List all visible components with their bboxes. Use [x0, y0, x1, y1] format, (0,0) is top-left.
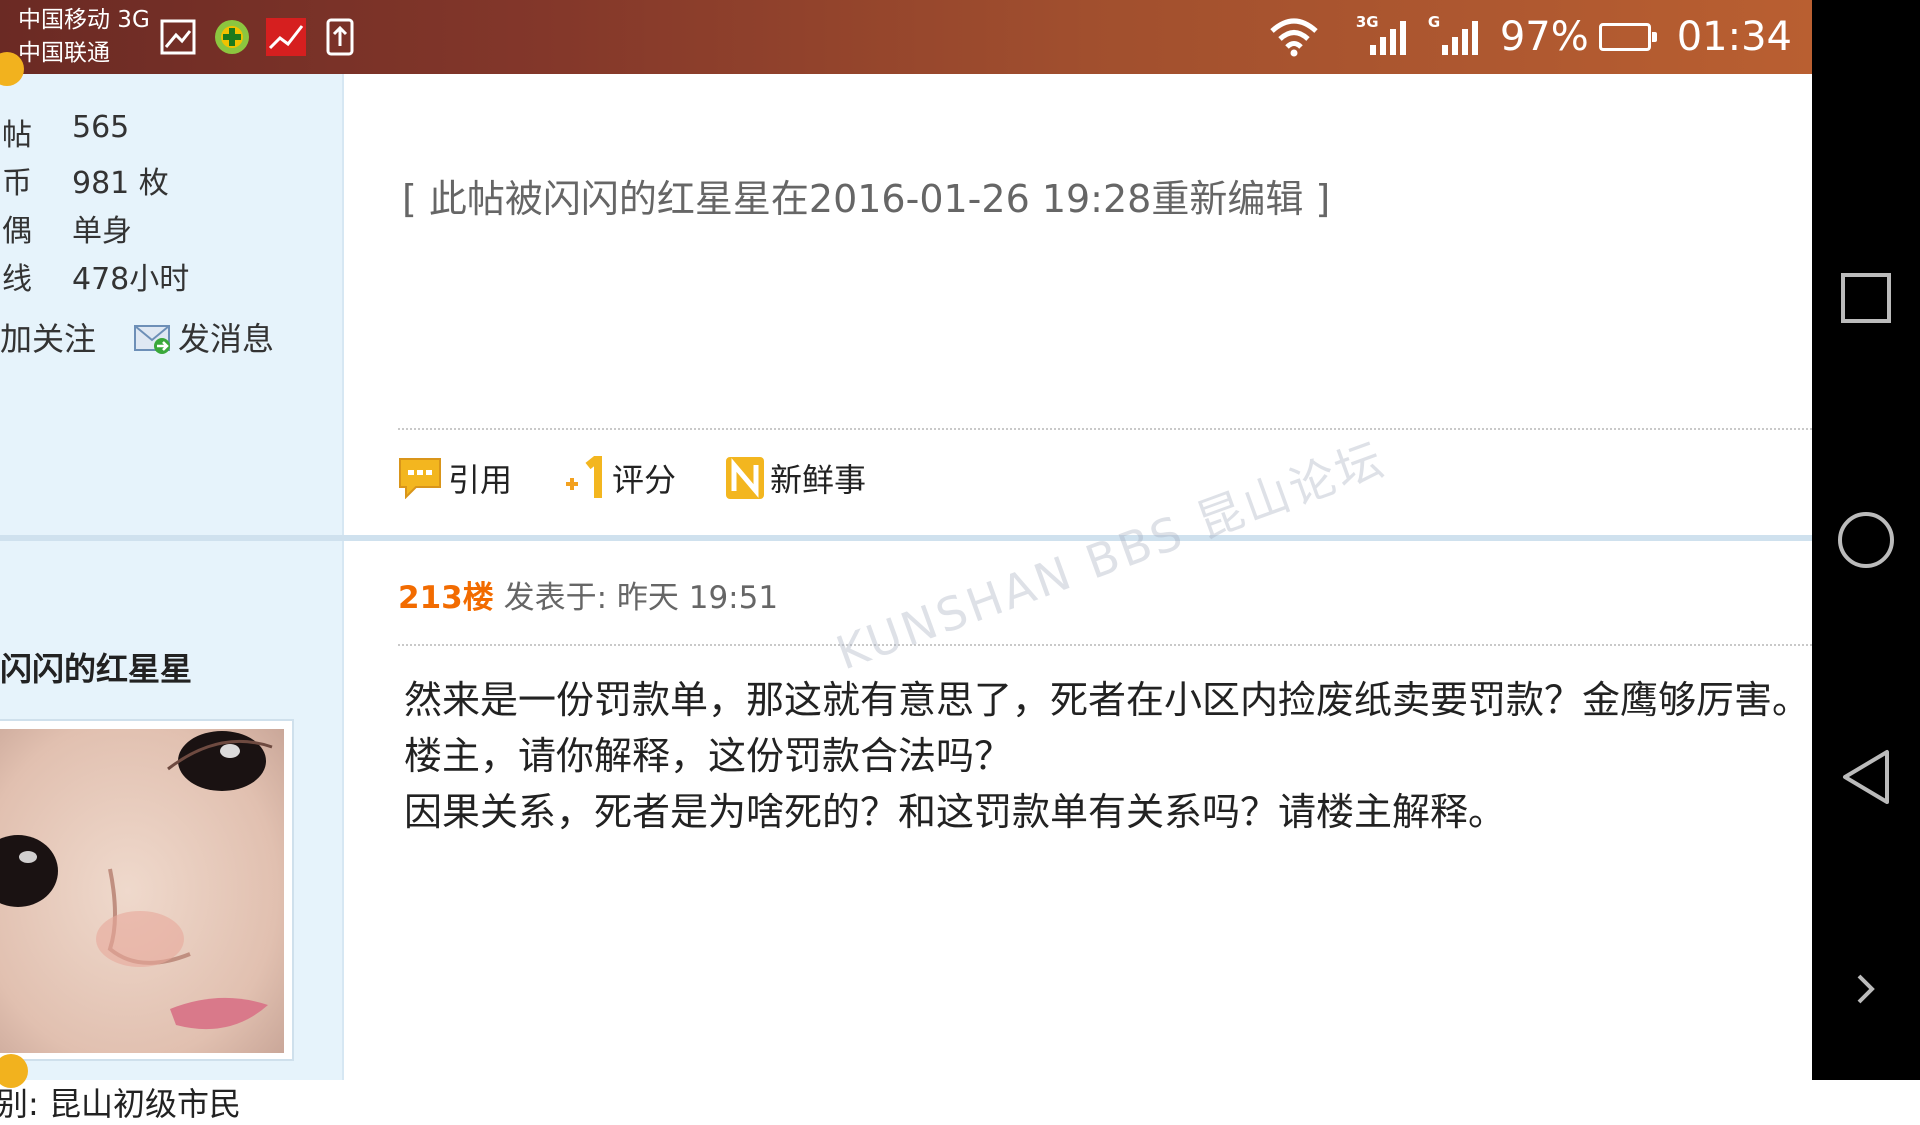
plus-app-icon: [212, 17, 252, 57]
home-button[interactable]: [1812, 510, 1920, 570]
post-divider: [0, 535, 1812, 541]
quote-button[interactable]: 引用: [398, 455, 512, 501]
navigation-bar: [1812, 0, 1920, 1080]
wifi-icon: [1270, 18, 1318, 57]
circle-icon: [1838, 512, 1894, 568]
post-time: 发表于: 昨天 19:51: [503, 580, 779, 616]
post-toolbar: 引用 评分 新鲜事: [398, 455, 916, 501]
battery-icon: [1598, 23, 1657, 51]
avatar[interactable]: [0, 719, 294, 1061]
edit-note: [ 此帖被闪闪的红星星在2016-01-26 19:28重新编辑 ]: [402, 177, 1331, 221]
post-author-name[interactable]: 闪闪的红星星: [0, 644, 192, 690]
message-envelope-icon: [134, 325, 171, 354]
carrier-info: 中国移动 3G 中国联通: [18, 4, 150, 70]
user-info-panel: 帖 565 币 981 枚 偶 单身 线 478小时 加关注 发消息 闪闪的红星…: [0, 52, 344, 1123]
upload-icon: [320, 17, 360, 57]
square-icon: [1841, 273, 1891, 323]
expand-nav-button[interactable]: [1812, 972, 1920, 1006]
carrier-2: 中国联通: [18, 40, 110, 66]
separator-dotted: [398, 428, 1812, 430]
back-triangle-icon: [1843, 750, 1889, 804]
news-label: 新鲜事: [770, 461, 867, 499]
floor-number[interactable]: 213楼: [398, 580, 494, 616]
post-line: 楼主，请你解释，这份罚款合法吗？: [404, 734, 1013, 778]
carrier-1: 中国移动 3G: [18, 7, 150, 33]
user-actions: 加关注 发消息: [0, 314, 274, 360]
gallery-icon: [158, 17, 198, 57]
post-line: 因果关系，死者是为啥死的？和这罚款单有关系吗？请楼主解释。: [404, 790, 1507, 834]
chevron-right-icon: [1857, 974, 1875, 1004]
plus-one-icon: [566, 456, 603, 498]
post-meta: 213楼 发表于: 昨天 19:51: [398, 572, 778, 617]
separator-dotted-2: [398, 644, 1812, 646]
rate-label: 评分: [612, 461, 677, 499]
notification-icons: [158, 17, 360, 57]
follow-link[interactable]: 加关注: [0, 314, 96, 360]
send-message-link[interactable]: 发消息: [178, 314, 274, 360]
news-app-icon: [266, 17, 306, 57]
post-content: 然来是一份罚款单，那这就有意思了，死者在小区内捡废纸卖要罚款？金鹰够厉害。 楼主…: [404, 672, 1810, 840]
avatar-image: [0, 729, 284, 1053]
quote-icon: [399, 458, 441, 499]
back-button[interactable]: [1812, 748, 1920, 806]
news-n-icon: [726, 457, 765, 499]
rate-button[interactable]: 评分: [562, 455, 676, 501]
recents-button[interactable]: [1812, 272, 1920, 324]
battery-percent: 97%: [1499, 14, 1589, 60]
signal-3g-icon: 3G: [1356, 13, 1406, 55]
status-right: 3G G 97% 01:34: [1268, 0, 1792, 74]
status-bar: 中国移动 3G 中国联通 3G G 97% 01:34: [0, 0, 1812, 74]
clock: 01:34: [1676, 14, 1792, 60]
signal-g-icon: G: [1428, 13, 1478, 55]
quote-label: 引用: [448, 461, 513, 499]
news-button[interactable]: 新鲜事: [726, 455, 866, 501]
member-level: 级别: 昆山初级市民: [0, 1085, 241, 1123]
post-line: 然来是一份罚款单，那这就有意思了，死者在小区内捡废纸卖要罚款？金鹰够厉害。: [404, 678, 1811, 722]
